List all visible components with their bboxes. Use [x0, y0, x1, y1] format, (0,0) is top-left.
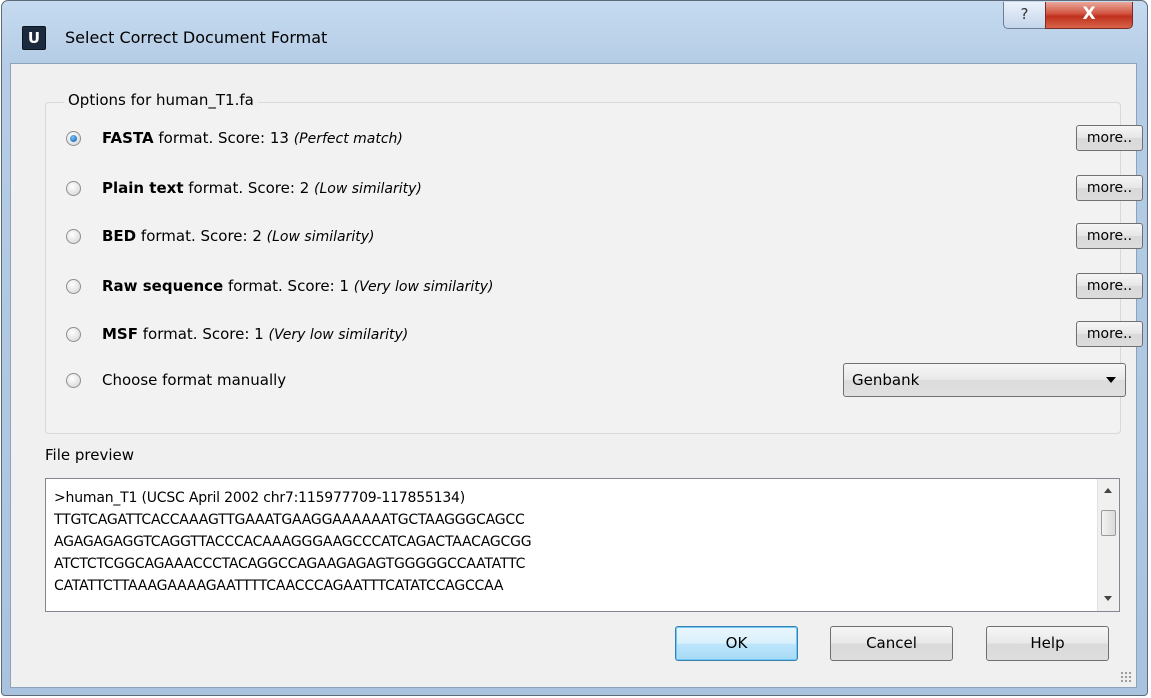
- preview-line: ATCTCTCGGCAGAAACCCTACAGGCCAGAAGAGAGTGGGG…: [54, 556, 526, 572]
- option-row-bed: BED format. Score: 2 (Low similarity) mo…: [66, 223, 1143, 251]
- format-score: format. Score: 2: [140, 227, 262, 245]
- radio-bed[interactable]: [66, 229, 81, 244]
- match-note: (Very low similarity): [353, 279, 494, 295]
- radio-fasta[interactable]: [66, 131, 81, 146]
- preview-line: AGAGAGAGGTCAGGTTACCCACAAAGGGAAGCCCATCAGA…: [54, 534, 532, 550]
- option-row-plain-text: Plain text format. Score: 2 (Low similar…: [66, 175, 1143, 203]
- chevron-down-icon: [1106, 377, 1116, 383]
- more-button-fasta[interactable]: more..: [1076, 125, 1143, 151]
- option-row-raw-sequence: Raw sequence format. Score: 1 (Very low …: [66, 273, 1143, 301]
- more-button-bed[interactable]: more..: [1076, 223, 1143, 249]
- more-button-msf[interactable]: more..: [1076, 321, 1143, 347]
- format-name: Raw sequence: [102, 277, 224, 295]
- preview-line: CATATTCTTAAAGAAAAGAATTTTCAACCCAGAATTTCAT…: [54, 578, 504, 594]
- options-group-label: Options for human_T1.fa: [64, 91, 258, 109]
- format-name: Plain text: [102, 179, 184, 197]
- dialog-window: U Select Correct Document Format ? X Opt…: [1, 0, 1148, 696]
- cancel-button[interactable]: Cancel: [830, 626, 953, 661]
- format-score: format. Score: 1: [142, 325, 264, 343]
- resize-grip-icon[interactable]: [1120, 671, 1132, 683]
- app-icon: U: [22, 26, 46, 50]
- option-row-fasta: FASTA format. Score: 13 (Perfect match) …: [66, 125, 1143, 153]
- match-note: (Perfect match): [293, 131, 403, 147]
- dialog-title: Select Correct Document Format: [65, 28, 328, 47]
- scroll-thumb[interactable]: [1101, 510, 1116, 536]
- ok-button[interactable]: OK: [675, 626, 798, 661]
- format-name: MSF: [102, 325, 138, 343]
- file-preview-textarea[interactable]: >human_T1 (UCSC April 2002 chr7:11597770…: [45, 478, 1120, 612]
- format-name: FASTA: [102, 129, 154, 147]
- dialog-client-area: Options for human_T1.fa FASTA format. Sc…: [10, 63, 1143, 688]
- preview-lines: >human_T1 (UCSC April 2002 chr7:11597770…: [54, 487, 1064, 597]
- format-score: format. Score: 2: [188, 179, 310, 197]
- option-label-manual[interactable]: Choose format manually: [102, 371, 286, 389]
- format-dropdown-value: Genbank: [852, 371, 920, 389]
- scroll-down-arrow-icon[interactable]: [1104, 596, 1112, 601]
- more-button-plain-text[interactable]: more..: [1076, 175, 1143, 201]
- format-name: BED: [102, 227, 137, 245]
- options-group: Options for human_T1.fa FASTA format. Sc…: [45, 91, 1143, 434]
- preview-line: >human_T1 (UCSC April 2002 chr7:11597770…: [54, 490, 465, 506]
- option-label-plain-text[interactable]: Plain text format. Score: 2 (Low similar…: [102, 179, 422, 197]
- file-preview-label: File preview: [45, 446, 134, 464]
- option-label-fasta[interactable]: FASTA format. Score: 13 (Perfect match): [102, 129, 403, 147]
- more-button-raw-sequence[interactable]: more..: [1076, 273, 1143, 299]
- format-score: format. Score: 13: [158, 129, 289, 147]
- radio-plain-text[interactable]: [66, 181, 81, 196]
- scroll-up-arrow-icon[interactable]: [1104, 488, 1112, 493]
- match-note: (Low similarity): [266, 229, 375, 245]
- preview-line: TTGTCAGATTCACCAAAGTTGAAATGAAGGAAAAAATGCT…: [54, 512, 525, 528]
- option-row-manual: Choose format manually Genbank: [66, 363, 1126, 397]
- radio-manual[interactable]: [66, 373, 81, 388]
- option-label-bed[interactable]: BED format. Score: 2 (Low similarity): [102, 227, 374, 245]
- format-score: format. Score: 1: [227, 277, 349, 295]
- help-button[interactable]: Help: [986, 626, 1109, 661]
- match-note: (Low similarity): [314, 181, 422, 197]
- option-row-msf: MSF format. Score: 1 (Very low similarit…: [66, 321, 1143, 349]
- format-dropdown[interactable]: Genbank: [843, 363, 1126, 397]
- option-label-raw-sequence[interactable]: Raw sequence format. Score: 1 (Very low …: [102, 277, 493, 295]
- radio-msf[interactable]: [66, 327, 81, 342]
- match-note: (Very low similarity): [268, 327, 409, 343]
- close-button[interactable]: X: [1045, 2, 1133, 29]
- title-bar[interactable]: U Select Correct Document Format ? X: [2, 1, 1147, 63]
- radio-raw-sequence[interactable]: [66, 279, 81, 294]
- vertical-scrollbar[interactable]: [1097, 479, 1119, 611]
- option-label-msf[interactable]: MSF format. Score: 1 (Very low similarit…: [102, 325, 408, 343]
- context-help-button[interactable]: ?: [1003, 2, 1046, 29]
